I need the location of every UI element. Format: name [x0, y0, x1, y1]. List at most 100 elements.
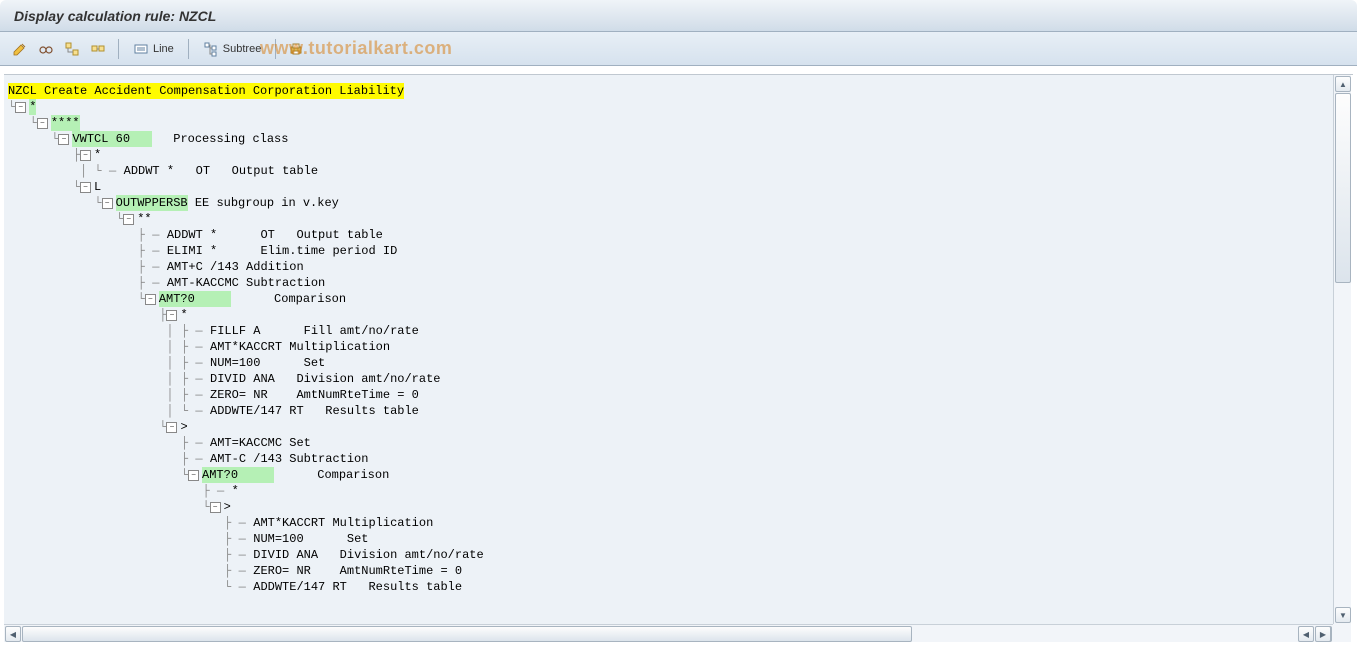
rule-code: NZCL: [8, 83, 37, 99]
tree-leaf[interactable]: ├AMT=KACCMC Set: [8, 435, 1329, 451]
leaf-marker: [188, 435, 210, 451]
scroll-left-icon[interactable]: ◀: [5, 626, 21, 642]
tree-leaf[interactable]: ├AMT-C /143 Subtraction: [8, 451, 1329, 467]
leaf-marker: [210, 483, 232, 499]
node-desc: OT Output table: [239, 227, 383, 243]
collapse-toggle[interactable]: −: [37, 118, 48, 129]
scroll-left2-icon[interactable]: ◀: [1298, 626, 1314, 642]
collapse-toggle[interactable]: −: [58, 134, 69, 145]
collapse-toggle[interactable]: −: [145, 294, 156, 305]
tree-branch[interactable]: └−>: [8, 499, 1329, 515]
leaf-marker: [231, 579, 253, 595]
tree-branch[interactable]: └−****: [8, 115, 1329, 131]
tree-leaf[interactable]: ├AMT-KACCMC Subtraction: [8, 275, 1329, 291]
collapse-toggle[interactable]: −: [166, 422, 177, 433]
node-desc: Division amt/no/rate: [282, 371, 440, 387]
tree-leaf[interactable]: │ ├DIVID ANA Division amt/no/rate: [8, 371, 1329, 387]
tree-branch[interactable]: └−L: [8, 179, 1329, 195]
tree-collapse-icon[interactable]: [86, 37, 110, 61]
print-icon[interactable]: [284, 37, 308, 61]
leaf-marker: [102, 163, 124, 179]
toolbar-separator: [275, 39, 276, 59]
tree-branch[interactable]: ├−*: [8, 147, 1329, 163]
line-button[interactable]: Line: [127, 37, 180, 61]
glasses-icon[interactable]: [34, 37, 58, 61]
tree-leaf[interactable]: │ ├FILLF A Fill amt/no/rate: [8, 323, 1329, 339]
rule-desc: Create Accident Compensation Corporation…: [37, 83, 404, 99]
tree-leaf[interactable]: ├*: [8, 483, 1329, 499]
node-desc: EE subgroup in v.key: [188, 195, 339, 211]
tree-leaf[interactable]: │ ├NUM=100 Set: [8, 355, 1329, 371]
tree-leaf[interactable]: ├ZERO= NR AmtNumRteTime = 0: [8, 563, 1329, 579]
scroll-down-icon[interactable]: ▼: [1335, 607, 1351, 623]
scroll-thumb-horizontal[interactable]: [22, 626, 912, 642]
node-label: *: [29, 99, 36, 115]
subtree-label: Subtree: [223, 43, 262, 55]
scroll-thumb-vertical[interactable]: [1335, 93, 1351, 283]
leaf-marker: [145, 275, 167, 291]
title-bar: Display calculation rule: NZCL: [0, 0, 1357, 32]
window-title: Display calculation rule: NZCL: [14, 8, 216, 24]
toolbar-separator: [118, 39, 119, 59]
node-desc: Subtraction: [239, 275, 325, 291]
scroll-right2-icon[interactable]: ▶: [1315, 626, 1331, 642]
tree-leaf[interactable]: └ADDWTE/147 RT Results table: [8, 579, 1329, 595]
tree-branch[interactable]: └−AMT?0 Comparison: [8, 467, 1329, 483]
tree-branch[interactable]: └−**: [8, 211, 1329, 227]
node-code: AMT*KACCRT: [253, 515, 325, 531]
tree-branch[interactable]: └−AMT?0 Comparison: [8, 291, 1329, 307]
leaf-marker: [188, 355, 210, 371]
node-code: DIVID ANA: [210, 371, 282, 387]
node-code: FILLF A: [210, 323, 282, 339]
node-code: AMT=KACCMC: [210, 435, 282, 451]
node-code: ZERO= NR: [210, 387, 282, 403]
vertical-scrollbar[interactable]: ▲ ▼: [1333, 75, 1351, 624]
tree-expand-icon[interactable]: [60, 37, 84, 61]
edit-icon[interactable]: [8, 37, 32, 61]
node-code: OUTWPPERSB: [116, 195, 188, 211]
tree-leaf[interactable]: │ └ADDWTE/147 RT Results table: [8, 403, 1329, 419]
node-desc: Processing class: [152, 131, 289, 147]
collapse-toggle[interactable]: −: [80, 150, 91, 161]
tree-leaf[interactable]: │ ├AMT*KACCRT Multiplication: [8, 339, 1329, 355]
collapse-toggle[interactable]: −: [166, 310, 177, 321]
horizontal-scrollbar[interactable]: ◀ ▶: [4, 624, 1333, 642]
collapse-toggle[interactable]: −: [123, 214, 134, 225]
collapse-toggle[interactable]: −: [210, 502, 221, 513]
node-desc: Comparison: [274, 467, 389, 483]
collapse-toggle[interactable]: −: [188, 470, 199, 481]
node-code: AMT?0: [159, 291, 231, 307]
tree-leaf[interactable]: ├AMT+C /143 Addition: [8, 259, 1329, 275]
node-label: *: [180, 307, 187, 323]
leaf-marker: [231, 515, 253, 531]
tree-leaf[interactable]: ├DIVID ANA Division amt/no/rate: [8, 547, 1329, 563]
tree-branch[interactable]: └−VWTCL 60 Processing class: [8, 131, 1329, 147]
node-code: DIVID ANA: [253, 547, 325, 563]
tree-branch[interactable]: ├−*: [8, 307, 1329, 323]
tree-leaf[interactable]: ├ELIMI * Elim.time period ID: [8, 243, 1329, 259]
collapse-toggle[interactable]: −: [15, 102, 26, 113]
tree-branch[interactable]: └−OUTWPPERSB EE subgroup in v.key: [8, 195, 1329, 211]
node-desc: Multiplication: [282, 339, 390, 355]
tree-root-row[interactable]: NZCL Create Accident Compensation Corpor…: [8, 83, 1329, 99]
tree-leaf[interactable]: │ └ADDWT * OT Output table: [8, 163, 1329, 179]
node-desc: Set: [325, 531, 368, 547]
subtree-button[interactable]: Subtree: [197, 37, 268, 61]
node-label: >: [224, 499, 231, 515]
node-code: ZERO= NR: [253, 563, 325, 579]
tree-leaf[interactable]: ├ADDWT * OT Output table: [8, 227, 1329, 243]
node-label: *: [232, 483, 239, 499]
node-desc: AmtNumRteTime = 0: [325, 563, 462, 579]
node-code: NUM=100: [210, 355, 282, 371]
tree-leaf[interactable]: │ ├ZERO= NR AmtNumRteTime = 0: [8, 387, 1329, 403]
tree-branch[interactable]: └−>: [8, 419, 1329, 435]
tree-branch[interactable]: └−*: [8, 99, 1329, 115]
leaf-marker: [231, 563, 253, 579]
node-label: L: [94, 179, 101, 195]
tree-leaf[interactable]: ├NUM=100 Set: [8, 531, 1329, 547]
collapse-toggle[interactable]: −: [80, 182, 91, 193]
tree-leaf[interactable]: ├AMT*KACCRT Multiplication: [8, 515, 1329, 531]
scroll-up-icon[interactable]: ▲: [1335, 76, 1351, 92]
node-label: **: [137, 211, 151, 227]
collapse-toggle[interactable]: −: [102, 198, 113, 209]
